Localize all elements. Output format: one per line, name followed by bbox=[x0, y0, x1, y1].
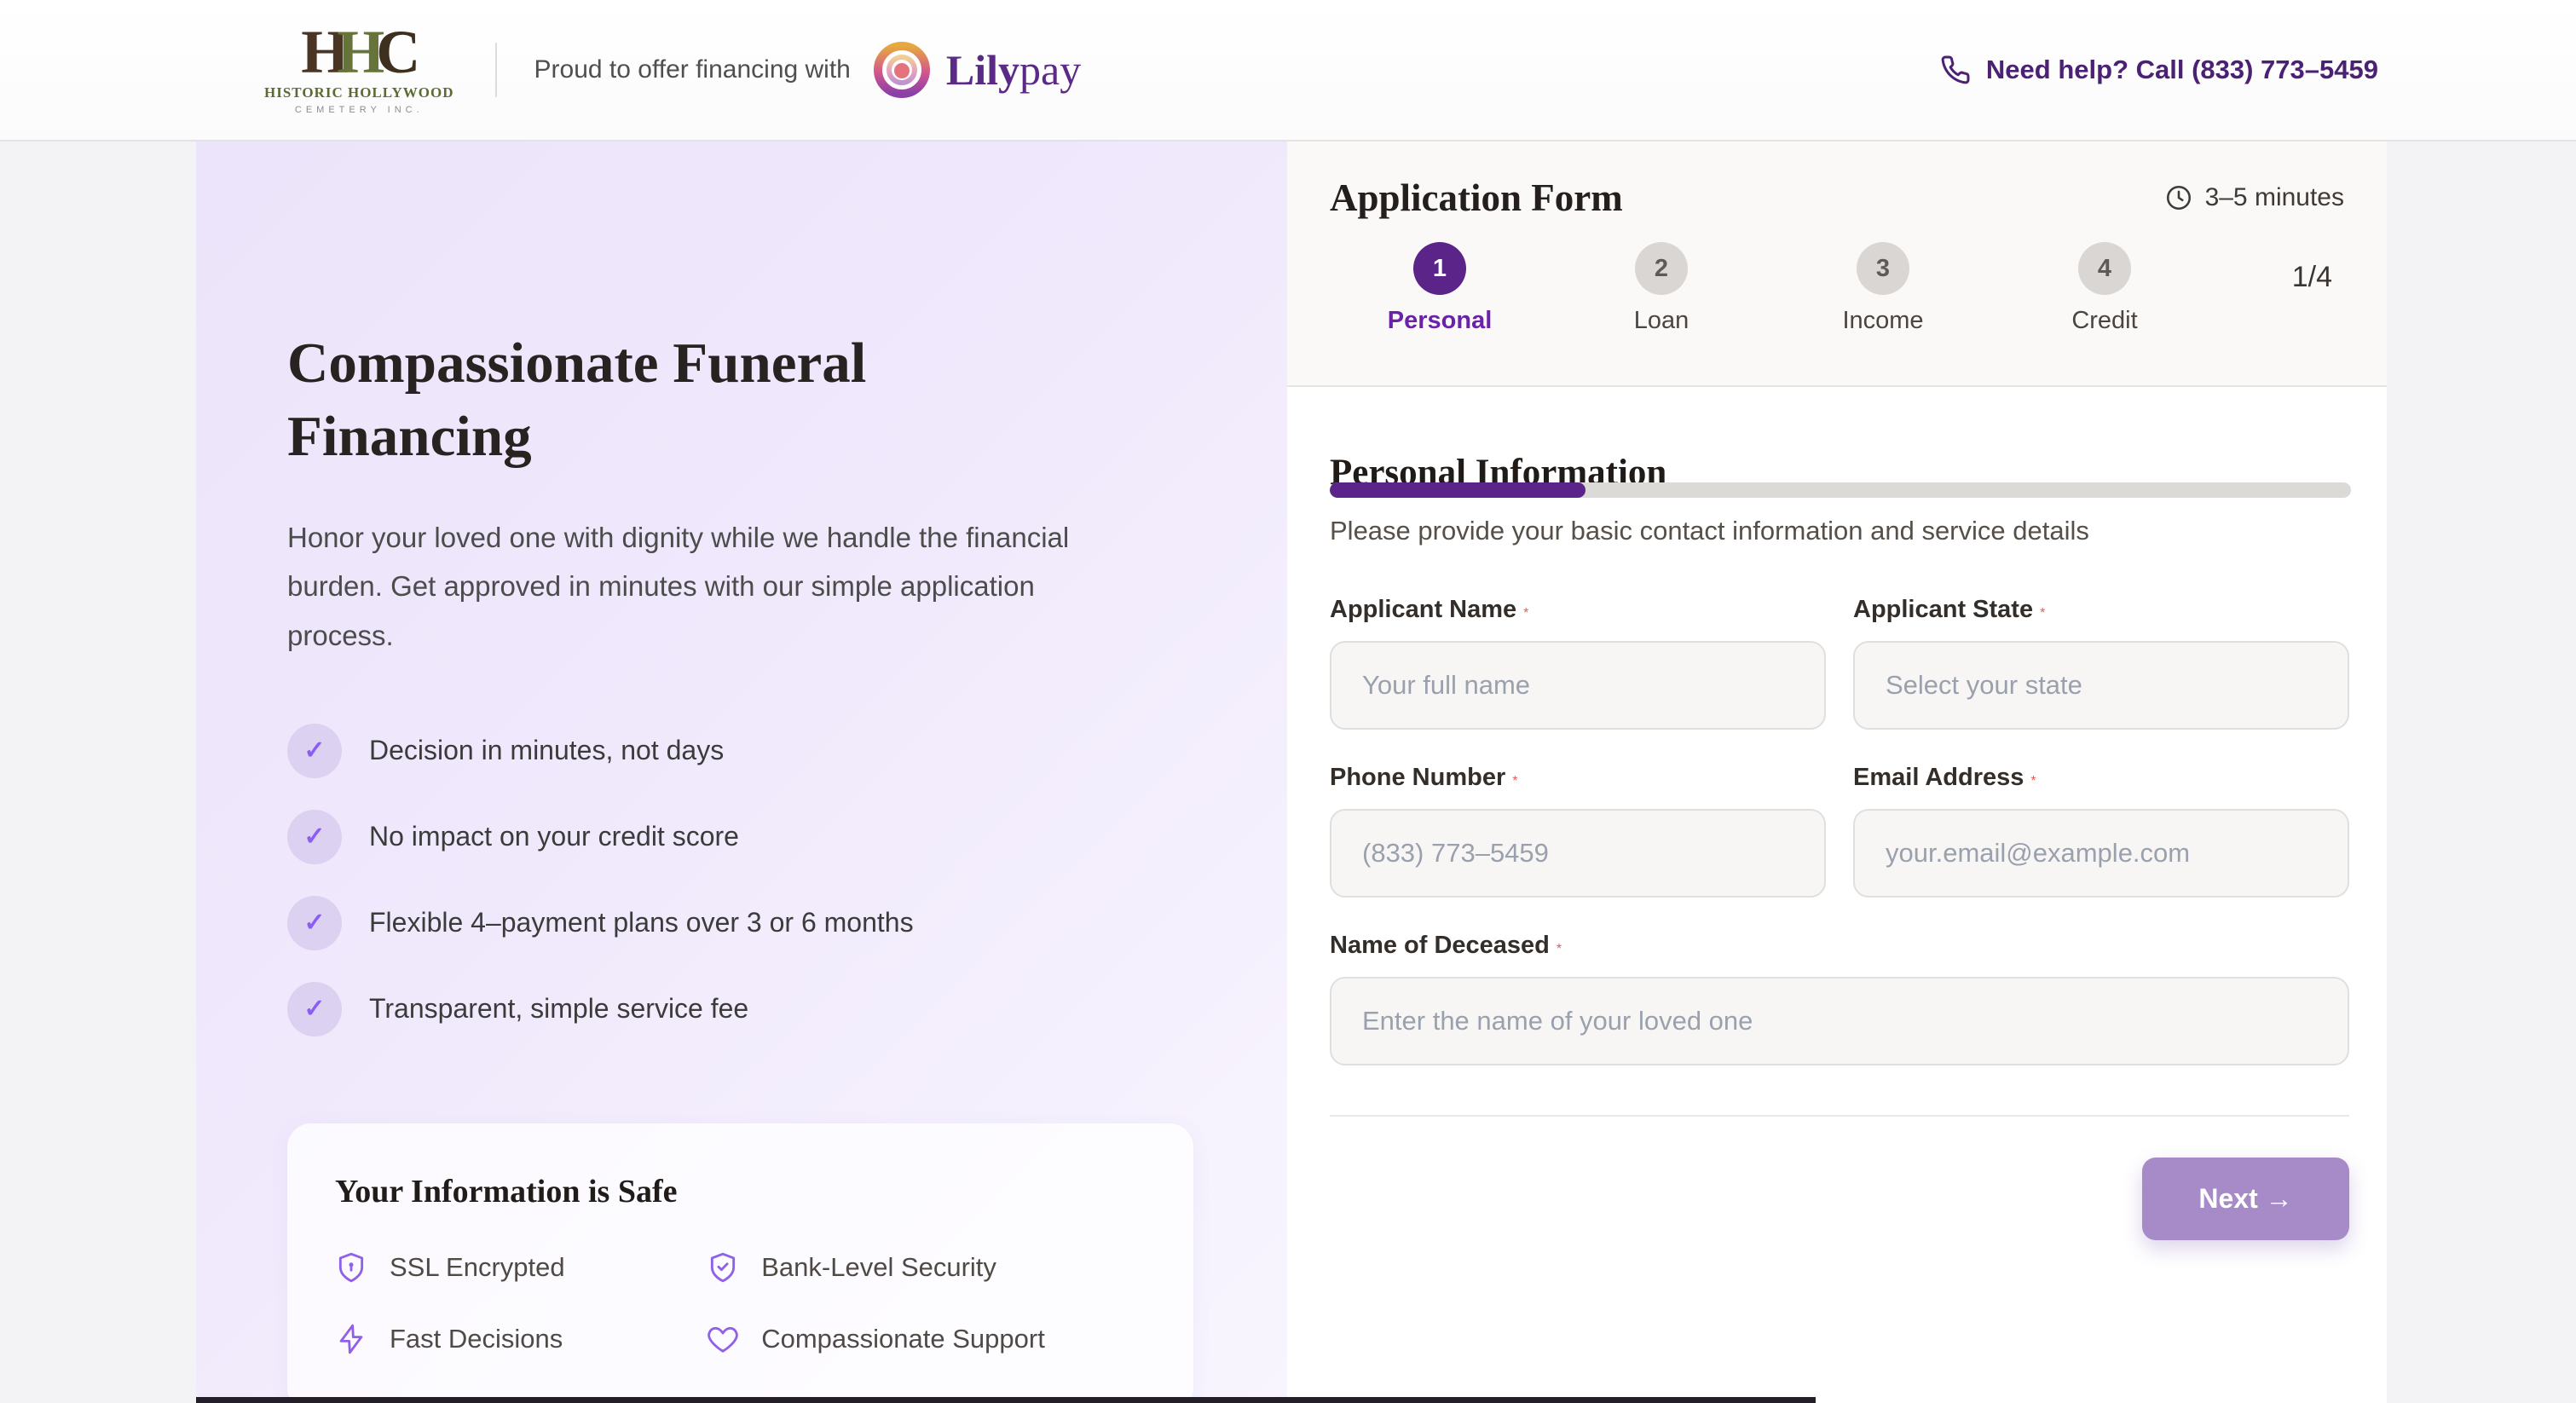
lilypay-logo[interactable]: Lilypay bbox=[873, 41, 1081, 99]
check-circle-icon: ✓ bbox=[287, 724, 342, 778]
required-asterisk: * bbox=[2040, 606, 2045, 621]
benefits-list: ✓ Decision in minutes, not days ✓ No imp… bbox=[287, 724, 1202, 1036]
step-personal[interactable]: 1 Personal bbox=[1362, 242, 1517, 335]
email-input[interactable] bbox=[1853, 809, 2349, 898]
hhc-logo[interactable]: HHC HISTORIC HOLLYWOOD CEMETERY INC. bbox=[264, 25, 454, 116]
step-credit[interactable]: 4 Credit bbox=[2027, 242, 2182, 335]
help-phone-link[interactable]: Need help? Call (833) 773–5459 bbox=[1940, 55, 2378, 85]
progress-fill bbox=[1330, 482, 1585, 498]
shield-lock-icon bbox=[335, 1251, 367, 1284]
safe-item-label: Compassionate Support bbox=[761, 1324, 1045, 1354]
benefit-label: No impact on your credit score bbox=[369, 821, 739, 852]
next-button[interactable]: Next → bbox=[2142, 1158, 2349, 1240]
benefit-label: Decision in minutes, not days bbox=[369, 735, 724, 766]
field-applicant-state: Applicant State * bbox=[1853, 596, 2349, 730]
heart-icon bbox=[707, 1323, 739, 1355]
step-circle: 4 bbox=[2078, 242, 2131, 295]
field-email-address: Email Address * bbox=[1853, 764, 2349, 898]
step-income[interactable]: 3 Income bbox=[1805, 242, 1961, 335]
hero-title: Compassionate Funeral Financing bbox=[287, 327, 1054, 474]
step-circle: 2 bbox=[1635, 242, 1688, 295]
step-circle: 3 bbox=[1857, 242, 1909, 295]
benefit-label: Flexible 4–payment plans over 3 or 6 mon… bbox=[369, 907, 914, 938]
required-asterisk: * bbox=[1512, 774, 1517, 788]
safe-item-support: Compassionate Support bbox=[707, 1323, 1146, 1355]
information-safe-card: Your Information is Safe SSL Encrypted B… bbox=[287, 1123, 1193, 1403]
hhc-logo-name: HISTORIC HOLLYWOOD bbox=[264, 84, 454, 101]
field-label: Applicant State bbox=[1853, 596, 2033, 623]
hhc-logo-letters: HHC bbox=[301, 25, 417, 80]
form-header: Application Form 3–5 minutes 1 Personal … bbox=[1287, 141, 2387, 387]
phone-icon bbox=[1940, 55, 1971, 85]
state-select[interactable] bbox=[1853, 641, 2349, 730]
stepper: 1 Personal 2 Loan 3 Income 4 Credit bbox=[1362, 242, 2249, 335]
bolt-icon bbox=[335, 1323, 367, 1355]
safe-item-label: Fast Decisions bbox=[390, 1324, 563, 1354]
step-loan[interactable]: 2 Loan bbox=[1584, 242, 1739, 335]
safe-item-fast: Fast Decisions bbox=[335, 1323, 707, 1355]
phone-input[interactable] bbox=[1330, 809, 1826, 898]
benefit-item: ✓ Transparent, simple service fee bbox=[287, 982, 1202, 1036]
lilypay-icon bbox=[873, 41, 931, 99]
hero-description: Honor your loved one with dignity while … bbox=[287, 513, 1148, 661]
form-footer: Next → bbox=[1330, 1117, 2349, 1240]
bottom-fold-strip bbox=[196, 1397, 1816, 1403]
check-circle-icon: ✓ bbox=[287, 896, 342, 950]
field-name-of-deceased: Name of Deceased * bbox=[1330, 932, 2349, 1065]
benefit-label: Transparent, simple service fee bbox=[369, 993, 748, 1025]
safe-item-label: SSL Encrypted bbox=[390, 1252, 565, 1283]
safe-item-label: Bank-Level Security bbox=[761, 1252, 996, 1283]
safe-card-grid: SSL Encrypted Bank-Level Security Fast D… bbox=[335, 1251, 1146, 1355]
progress-bar bbox=[1330, 482, 2351, 498]
field-label: Email Address bbox=[1853, 764, 2024, 791]
check-circle-icon: ✓ bbox=[287, 982, 342, 1036]
application-form-panel: Application Form 3–5 minutes 1 Personal … bbox=[1287, 141, 2387, 1403]
duration-text: 3–5 minutes bbox=[2205, 183, 2344, 212]
top-header: HHC HISTORIC HOLLYWOOD CEMETERY INC. Pro… bbox=[0, 0, 2576, 141]
main-content: Compassionate Funeral Financing Honor yo… bbox=[0, 141, 2576, 1403]
safe-item-ssl: SSL Encrypted bbox=[335, 1251, 707, 1284]
hhc-logo-subname: CEMETERY INC. bbox=[295, 105, 424, 115]
required-asterisk: * bbox=[2030, 774, 2036, 788]
applicant-name-input[interactable] bbox=[1330, 641, 1826, 730]
field-label: Phone Number bbox=[1330, 764, 1505, 791]
step-label: Credit bbox=[2071, 307, 2137, 335]
benefit-item: ✓ Decision in minutes, not days bbox=[287, 724, 1202, 778]
deceased-name-input[interactable] bbox=[1330, 977, 2349, 1065]
step-label: Loan bbox=[1634, 307, 1689, 335]
step-counter: 1/4 bbox=[2292, 261, 2332, 294]
field-label: Applicant Name bbox=[1330, 596, 1516, 623]
header-divider bbox=[495, 43, 497, 97]
field-phone-number: Phone Number * bbox=[1330, 764, 1826, 898]
fields-grid: Applicant Name * Applicant State * Phone N… bbox=[1330, 596, 2349, 1065]
required-asterisk: * bbox=[1557, 942, 1562, 956]
partner-text: Proud to offer financing with bbox=[534, 55, 851, 84]
help-phone-text: Need help? Call (833) 773–5459 bbox=[1986, 55, 2378, 85]
check-circle-icon: ✓ bbox=[287, 810, 342, 864]
required-asterisk: * bbox=[1523, 606, 1528, 621]
safe-card-title: Your Information is Safe bbox=[335, 1173, 1146, 1210]
benefit-item: ✓ Flexible 4–payment plans over 3 or 6 m… bbox=[287, 896, 1202, 950]
shield-check-icon bbox=[707, 1251, 739, 1284]
step-label: Personal bbox=[1388, 307, 1493, 335]
form-title: Application Form bbox=[1330, 176, 1623, 220]
clock-icon bbox=[2164, 183, 2193, 212]
duration-badge: 3–5 minutes bbox=[2164, 183, 2344, 212]
field-applicant-name: Applicant Name * bbox=[1330, 596, 1826, 730]
safe-item-bank: Bank-Level Security bbox=[707, 1251, 1146, 1284]
lilypay-wordmark: Lilypay bbox=[946, 45, 1081, 95]
step-circle: 1 bbox=[1413, 242, 1466, 295]
section-subtitle: Please provide your basic contact inform… bbox=[1330, 516, 2349, 546]
benefit-item: ✓ No impact on your credit score bbox=[287, 810, 1202, 864]
field-label: Name of Deceased bbox=[1330, 932, 1550, 959]
step-label: Income bbox=[1842, 307, 1923, 335]
form-body: Personal Information Please provide your… bbox=[1287, 387, 2387, 1240]
hero-panel: Compassionate Funeral Financing Honor yo… bbox=[196, 141, 1287, 1403]
